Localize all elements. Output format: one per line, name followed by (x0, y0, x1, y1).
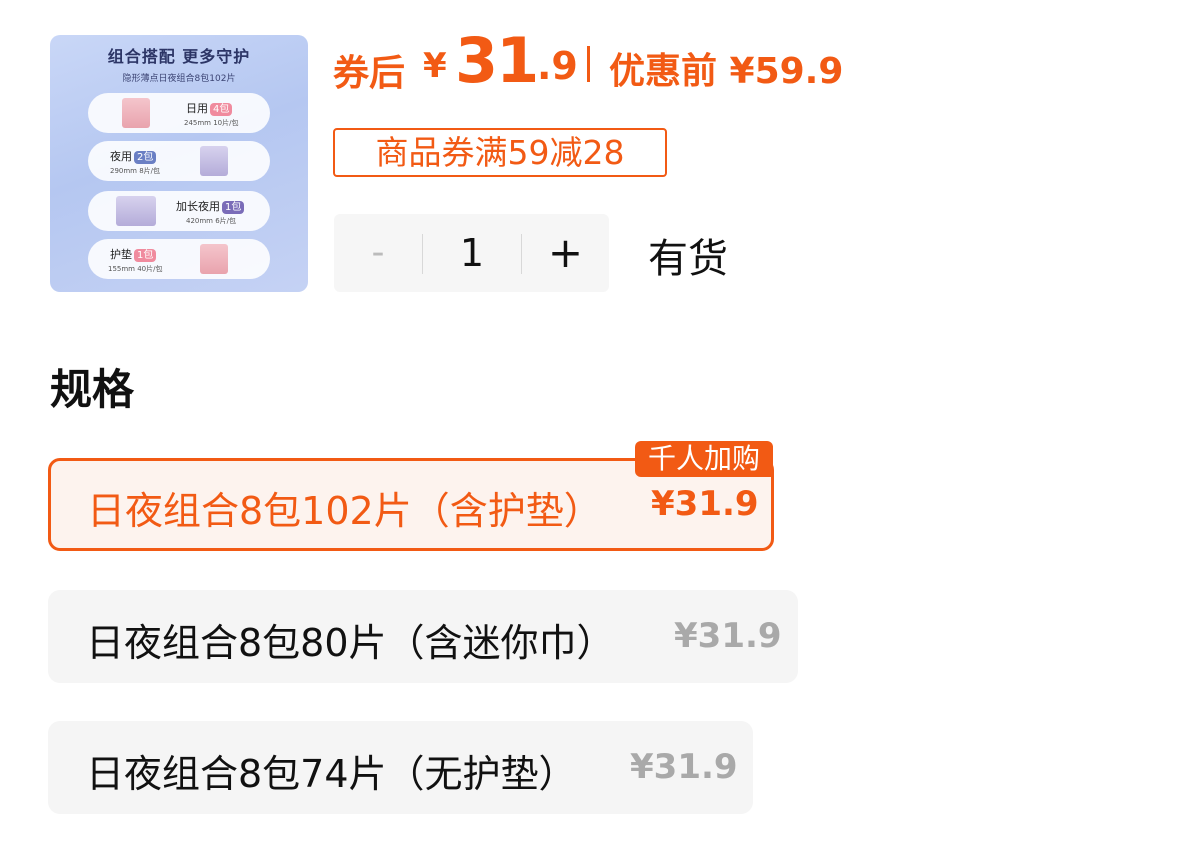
price-integer: 31 (455, 24, 539, 97)
pad-package-image (116, 196, 156, 226)
original-price: 优惠前 ¥59.9 (609, 51, 844, 92)
coupon-badge[interactable]: 商品券满59减28 (333, 128, 667, 177)
item-name: 加长夜用 (176, 200, 220, 213)
thumbnail-item-liner: 护垫 1包 155mm 40片/包 (88, 239, 270, 279)
spec-option-label: 日夜组合8包74片（无护垫） (86, 752, 577, 796)
thumbnail-item-long-night: 加长夜用 1包 420mm 6片/包 (88, 191, 270, 231)
popular-badge: 千人加购 (635, 441, 773, 477)
pad-package-image (122, 98, 150, 128)
spec-option-80[interactable]: 日夜组合8包80片（含迷你巾） ¥31.9 (48, 590, 798, 683)
item-count-tag: 1包 (134, 249, 157, 262)
thumbnail-title: 组合搭配 更多守护 (107, 47, 251, 66)
spec-option-74[interactable]: 日夜组合8包74片（无护垫） ¥31.9 (48, 721, 753, 814)
spec-option-label: 日夜组合8包80片（含迷你巾） (86, 621, 615, 665)
item-name: 护垫 (110, 248, 132, 261)
item-count-tag: 2包 (134, 151, 157, 164)
increase-quantity-button[interactable]: + (522, 214, 609, 292)
quantity-value[interactable]: 1 (424, 214, 520, 292)
pad-package-image (200, 146, 228, 176)
price-decimal: .9 (537, 44, 578, 88)
after-coupon-label: 券后 (333, 53, 406, 94)
spec-option-price: ¥31.9 (674, 616, 782, 656)
spec-option-price: ¥31.9 (651, 484, 759, 524)
quantity-stepper: - 1 + (334, 214, 609, 292)
stock-status: 有货 (648, 236, 728, 282)
spec-option-price: ¥31.9 (630, 747, 738, 787)
item-name: 日用 (186, 102, 208, 115)
thumbnail-item-night: 夜用 2包 290mm 8片/包 (88, 141, 270, 181)
item-spec: 155mm 40片/包 (108, 265, 163, 273)
item-count-tag: 4包 (210, 103, 233, 116)
thumbnail-item-day: 日用 4包 245mm 10片/包 (88, 93, 270, 133)
pad-package-image (200, 244, 228, 274)
spec-option-label: 日夜组合8包102片（含护垫） (87, 489, 602, 533)
item-count-tag: 1包 (222, 201, 245, 214)
item-spec: 420mm 6片/包 (186, 217, 237, 225)
price-divider (587, 46, 590, 82)
product-thumbnail[interactable]: 组合搭配 更多守护 隐形薄点日夜组合8包102片 日用 4包 245mm 10片/… (50, 35, 308, 292)
stepper-divider (422, 234, 423, 274)
spec-section-title: 规格 (50, 365, 135, 414)
decrease-quantity-button[interactable]: - (334, 214, 422, 292)
thumbnail-subtitle: 隐形薄点日夜组合8包102片 (122, 74, 236, 84)
item-spec: 290mm 8片/包 (110, 167, 161, 175)
item-name: 夜用 (110, 150, 132, 163)
item-spec: 245mm 10片/包 (184, 119, 239, 127)
currency-symbol: ¥ (423, 46, 447, 86)
